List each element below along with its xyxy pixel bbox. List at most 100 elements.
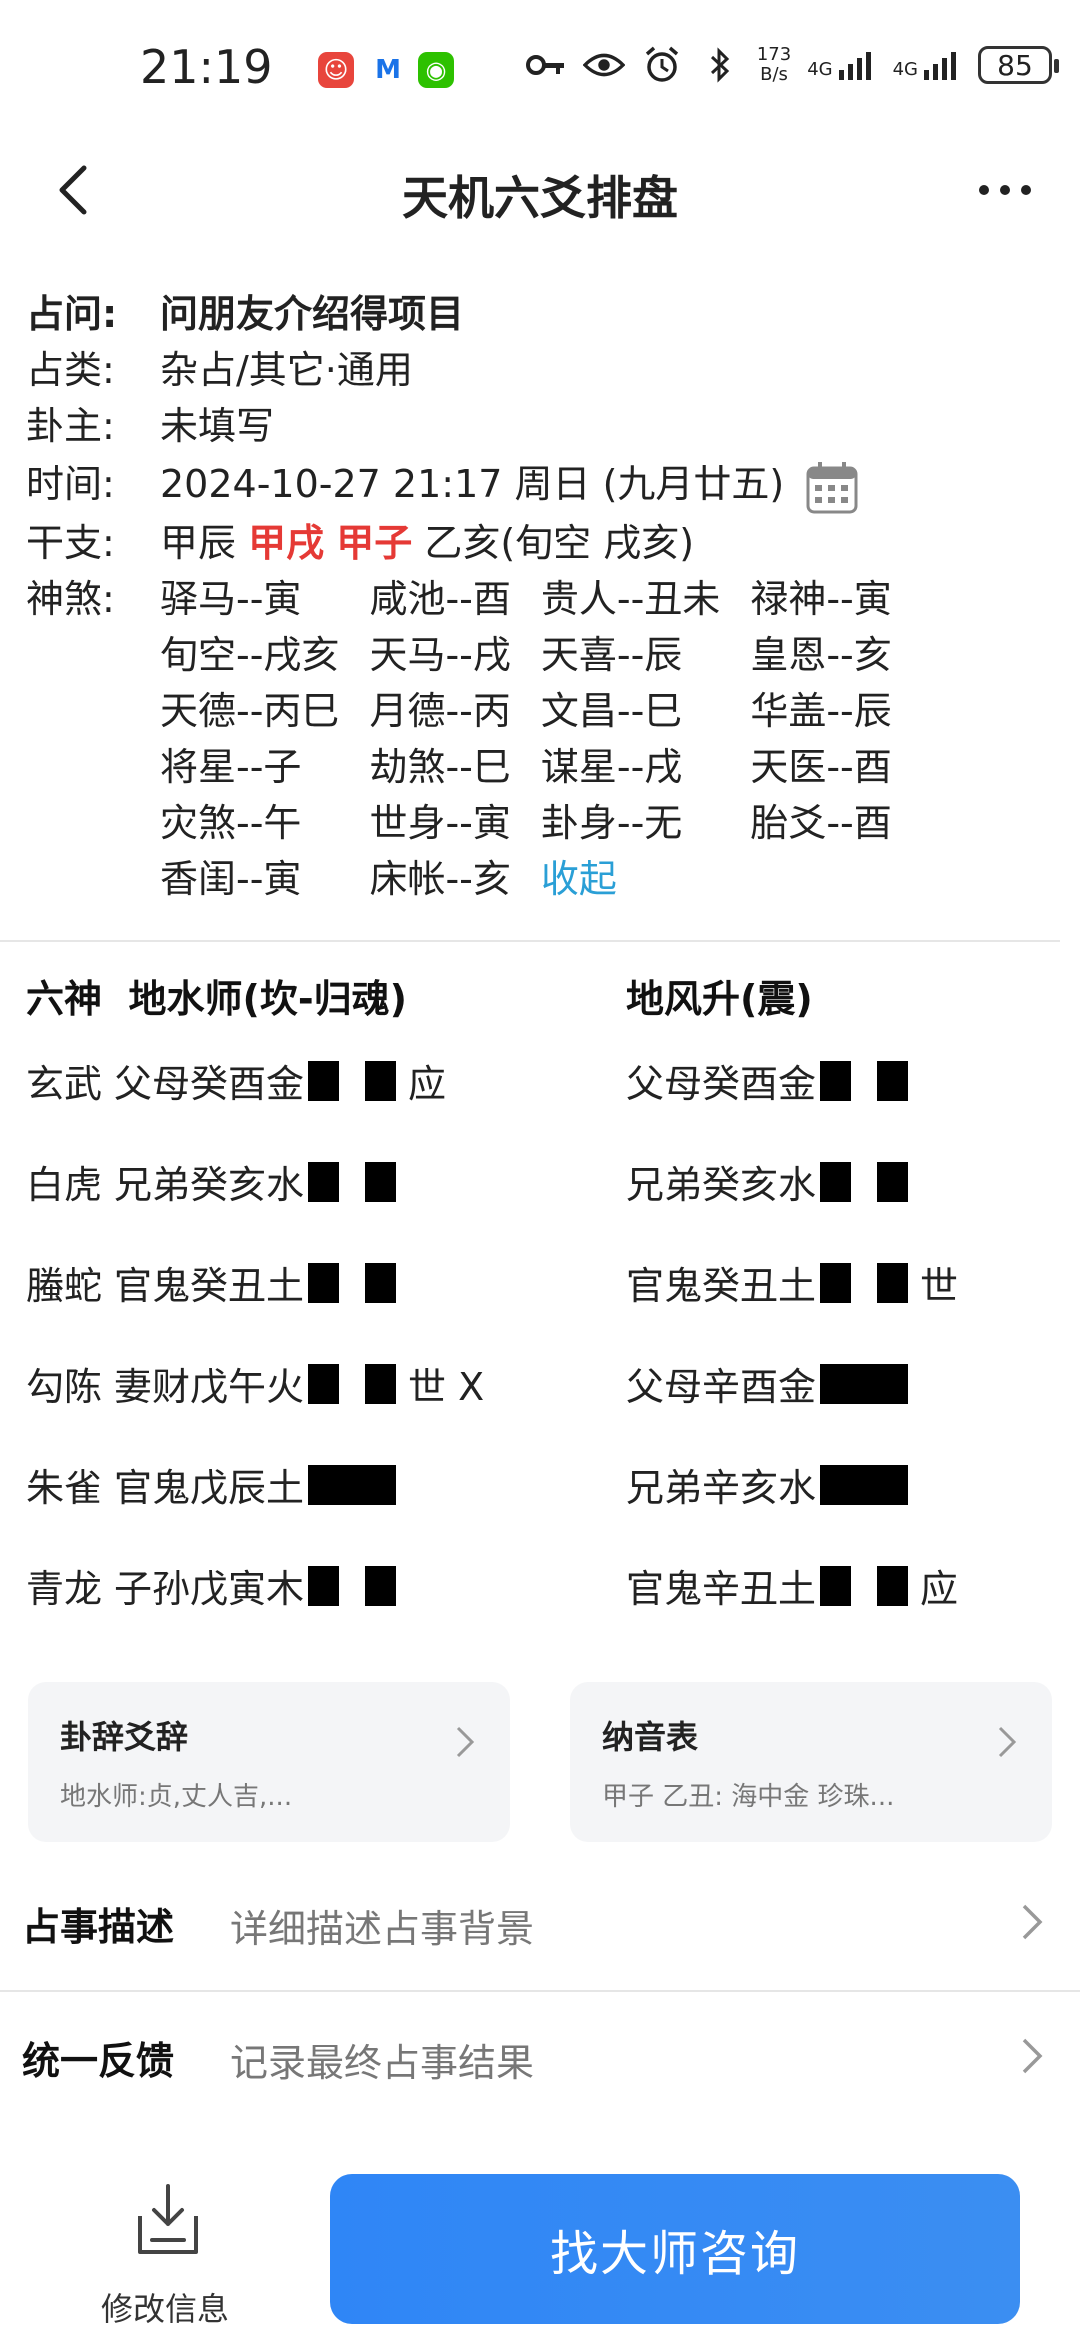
line-label: 官鬼癸丑土 — [114, 1264, 305, 1308]
ganzhi-row: 干支: 甲辰 甲戌 甲子 乙亥(旬空 戌亥) — [26, 515, 1066, 571]
shensha-item: 旬空--戌亥 — [160, 632, 340, 677]
yin-line — [308, 1565, 397, 1606]
yang-line — [820, 1363, 909, 1404]
shensha-label: 神煞: — [26, 576, 115, 621]
feedback-row[interactable]: 统一反馈 记录最终占事结果 — [0, 1990, 1080, 2120]
feedback-label: 统一反馈 — [22, 2039, 175, 2083]
changed-line: 官鬼辛丑土 应 — [626, 1558, 958, 1613]
eye-icon — [582, 44, 625, 86]
collapse-link[interactable]: 收起 — [541, 851, 720, 907]
feedback-placeholder: 记录最终占事结果 — [230, 2041, 535, 2085]
shensha-item: 驿马--寅 — [160, 576, 302, 621]
hexagram-row: 青龙 子孙戊寅木 官鬼辛丑土应 — [26, 1535, 1066, 1636]
gz-day: 甲子 — [336, 520, 413, 565]
original-line: 螣蛇 官鬼癸丑土 — [26, 1255, 626, 1310]
divider — [0, 940, 1060, 942]
changed-line: 官鬼癸丑土 世 — [626, 1255, 958, 1310]
six-god: 白虎 — [26, 1163, 103, 1207]
bottom-bar: 修改信息 找大师咨询 — [0, 2150, 1080, 2340]
line-label: 妻财戊午火 — [114, 1365, 305, 1409]
owner-value: 未填写 — [160, 404, 275, 448]
guaci-title: 卦辞爻辞 — [60, 1718, 189, 1756]
yin-line — [308, 1262, 397, 1303]
shensha-item: 世身--寅 — [369, 800, 511, 845]
original-hexagram-title: 六神 地水师(坎-归魂) — [26, 976, 407, 1021]
wechat-icon: ◉ — [418, 52, 454, 88]
signal-1: 4G — [807, 50, 876, 80]
owner-row: 卦主: 未填写 — [26, 398, 1066, 454]
shensha-item: 卦身--无 — [540, 800, 683, 845]
type-row: 占类: 杂占/其它·通用 — [26, 342, 1066, 398]
shensha-item: 将星--子 — [160, 744, 302, 789]
line-label: 父母癸酉金 — [626, 1062, 817, 1106]
shensha-item: 贵人--丑未 — [540, 576, 721, 621]
guaci-subtitle: 地水师:贞,丈人吉,... — [60, 1782, 293, 1812]
hexagram-row: 勾陈 妻财戊午火 世 X 父母辛酉金 — [26, 1333, 1066, 1434]
line-segment — [365, 1363, 397, 1404]
description-placeholder: 详细描述占事背景 — [230, 1907, 535, 1951]
yin-line — [308, 1161, 397, 1202]
shensha-item: 天喜--辰 — [540, 632, 683, 677]
guaci-card[interactable]: 卦辞爻辞 地水师:贞,丈人吉,... — [28, 1682, 510, 1842]
yang-line — [308, 1464, 397, 1505]
edit-info-button[interactable]: 修改信息 — [80, 2180, 250, 2330]
line-segment — [308, 1060, 340, 1101]
more-button[interactable] — [970, 160, 1040, 220]
line-segment — [877, 1565, 909, 1606]
time-label: 时间: — [26, 462, 115, 506]
notification-app-icon: ☺ — [318, 52, 354, 88]
line-label: 兄弟癸亥水 — [626, 1163, 817, 1207]
hexagram-row: 玄武 父母癸酉金应父母癸酉金 — [26, 1030, 1066, 1131]
original-line: 朱雀 官鬼戊辰土 — [26, 1457, 626, 1512]
chevron-right-icon — [456, 1726, 475, 1758]
chevron-right-icon — [1022, 1904, 1043, 1940]
hexagram-table: 六神 地水师(坎-归魂) 地风升(震) 玄武 父母癸酉金应父母癸酉金 白虎 兄弟癸亥水… — [26, 960, 1066, 1636]
line-label: 兄弟癸亥水 — [114, 1163, 305, 1207]
original-line: 勾陈 妻财戊午火 世 X — [26, 1356, 626, 1411]
nayin-subtitle: 甲子 乙丑: 海中金 珍珠... — [602, 1782, 895, 1812]
yin-line — [820, 1161, 909, 1202]
status-bar: 21:19 ☺ M ◉ 173 B/s 4G 4G 85 — [0, 0, 1080, 140]
status-time: 21:19 — [140, 40, 273, 94]
status-icons: 173 B/s 4G 4G 85 — [525, 44, 1059, 86]
time-value-wrap: 2024-10-27 21:17 周日 (九月廿五) — [160, 454, 1066, 515]
divination-info: 占问: 问朋友介绍得项目 占类: 杂占/其它·通用 卦主: 未填写 时间: 20… — [26, 286, 1066, 907]
shensha-item: 香闺--寅 — [160, 856, 302, 901]
net-speed: 173 B/s — [756, 44, 792, 85]
yin-line — [820, 1565, 909, 1606]
line-label: 官鬼戊辰土 — [114, 1466, 305, 1510]
hexagram-row: 螣蛇 官鬼癸丑土 官鬼癸丑土世 — [26, 1232, 1066, 1333]
shensha-item: 谋星--戌 — [540, 744, 683, 789]
time-value: 2024-10-27 21:17 周日 (九月廿五) — [160, 462, 785, 506]
line-segment — [308, 1161, 340, 1202]
alarm-icon — [641, 44, 683, 86]
time-row: 时间: 2024-10-27 21:17 周日 (九月廿五) — [26, 454, 1066, 515]
yin-line — [308, 1363, 397, 1404]
six-god: 勾陈 — [26, 1365, 103, 1409]
nayin-card[interactable]: 纳音表 甲子 乙丑: 海中金 珍珠... — [570, 1682, 1052, 1842]
original-line: 青龙 子孙戊寅木 — [26, 1558, 626, 1613]
calendar-icon[interactable] — [804, 459, 860, 515]
ganzhi-label: 干支: — [26, 520, 115, 565]
line-label: 官鬼辛丑土 — [626, 1567, 817, 1611]
six-god: 朱雀 — [26, 1466, 103, 1510]
nayin-title: 纳音表 — [602, 1718, 699, 1756]
shensha-item: 天医--酉 — [750, 744, 892, 789]
gz-year: 甲辰 — [160, 520, 237, 565]
owner-label: 卦主: — [26, 404, 115, 448]
yang-line — [820, 1464, 909, 1505]
type-label: 占类: — [26, 348, 115, 392]
six-god: 螣蛇 — [26, 1264, 103, 1308]
shensha-row: 神煞: 驿马--寅 咸池--酉 贵人--丑未 禄神--寅 旬空--戌亥 天马--戌 天喜--… — [26, 571, 1066, 907]
shensha-item: 咸池--酉 — [369, 576, 511, 621]
line-segment — [365, 1565, 397, 1606]
shensha-grid: 驿马--寅 咸池--酉 贵人--丑未 禄神--寅 旬空--戌亥 天马--戌 天喜--辰 皇恩-… — [160, 571, 1066, 907]
description-row[interactable]: 占事描述 详细描述占事背景 — [0, 1856, 1080, 1986]
battery-icon: 85 — [978, 46, 1059, 84]
consult-master-button[interactable]: 找大师咨询 — [330, 2174, 1020, 2324]
line-segment — [308, 1464, 397, 1505]
gz-hour: 乙亥(旬空 戌亥) — [424, 520, 695, 565]
yin-line — [820, 1060, 909, 1101]
hexagram-rows: 玄武 父母癸酉金应父母癸酉金 白虎 兄弟癸亥水 兄弟癸亥水 螣蛇 官鬼癸丑土 官鬼癸丑土世勾陈… — [26, 1030, 1066, 1636]
six-god: 青龙 — [26, 1567, 103, 1611]
